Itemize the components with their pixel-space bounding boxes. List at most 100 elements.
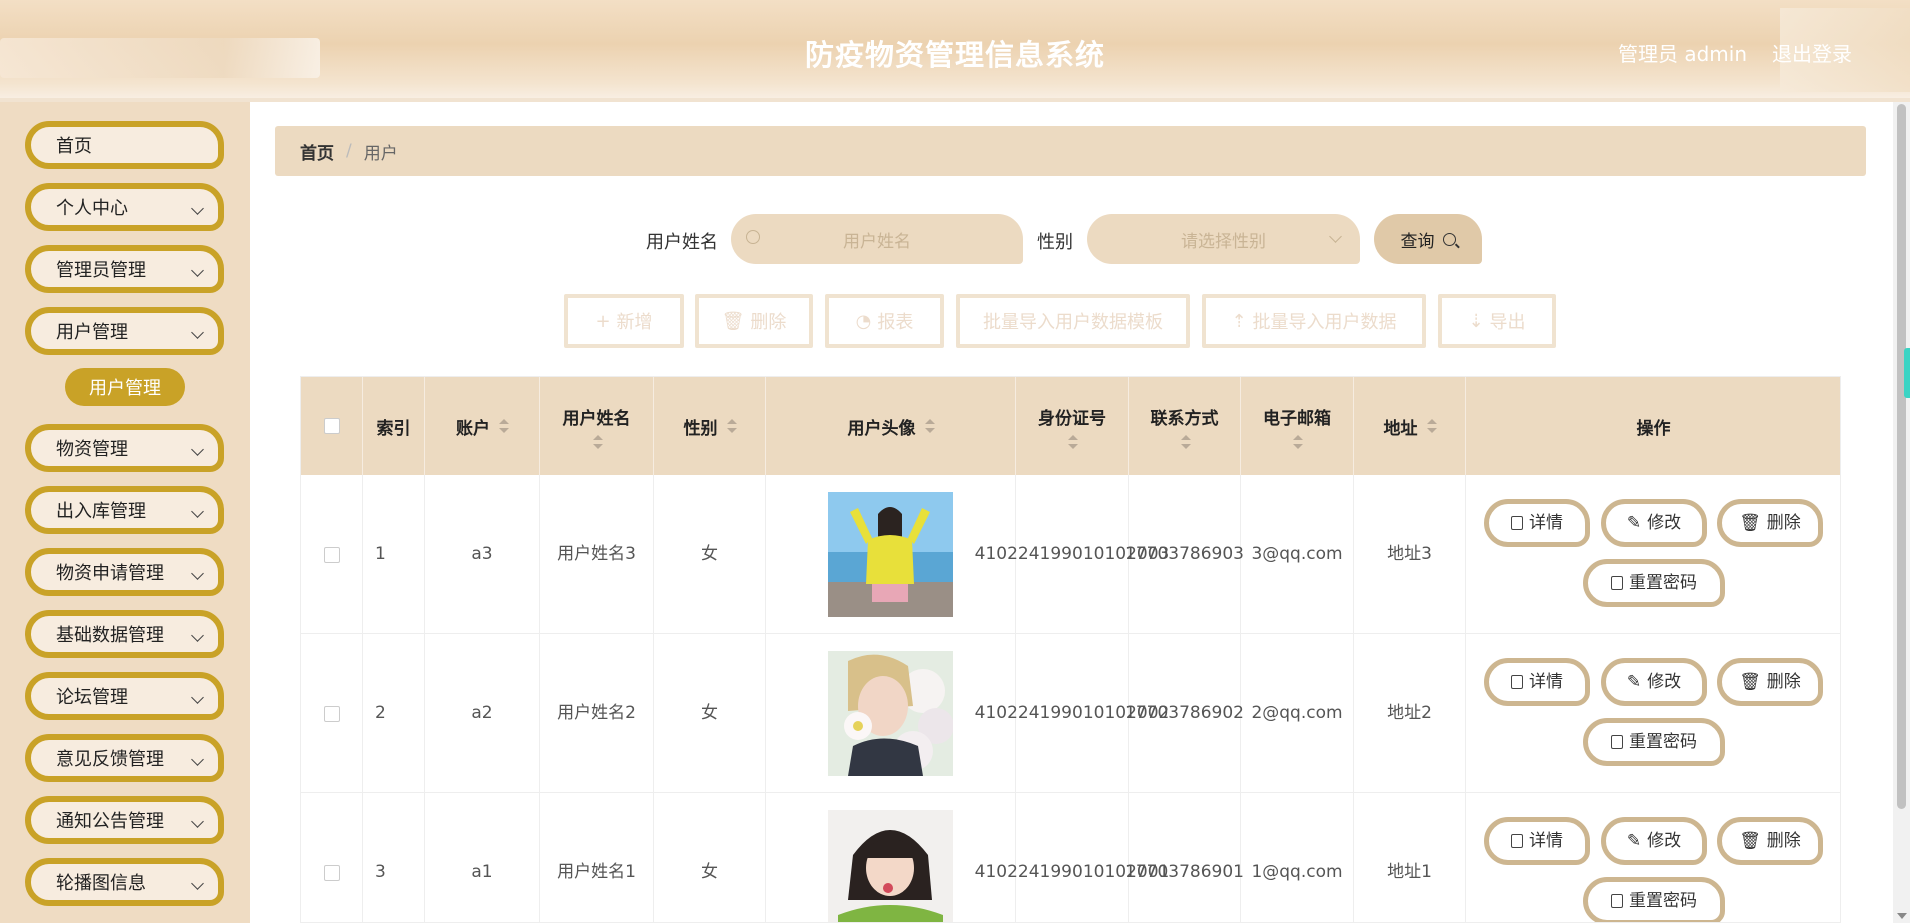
sort-icon[interactable] [1292,434,1303,449]
header-label: 性别 [683,418,718,439]
table-header: 索引 账户 用户姓名 性别 用户头像 身份证号 联系方式 电子邮箱 地址 操作 [301,377,1840,475]
user-avatar-image[interactable] [828,492,953,617]
edit-button[interactable]: ✎ 修改 [1601,499,1707,547]
cell-index: 3 [363,793,425,922]
batch-delete-button[interactable]: 🗑 删除 [695,294,813,348]
delete-button[interactable]: 🗑 删除 [1717,658,1823,706]
chevron-down-icon [191,567,204,580]
import-template-button[interactable]: 批量导入用户数据模板 [956,294,1190,348]
reset-password-button[interactable]: 重置密码 [1583,559,1725,607]
sidebar-item-requests[interactable]: 物资申请管理 [25,548,224,596]
select-all-checkbox[interactable] [323,418,340,434]
sidebar-item-users[interactable]: 用户管理 [25,307,224,355]
chevron-down-icon [191,505,204,518]
header-phone[interactable]: 联系方式 [1129,377,1241,475]
detail-label: 详情 [1529,830,1563,851]
reset-password-button[interactable]: 重置密码 [1583,718,1725,766]
report-button[interactable]: ◔ 报表 [825,294,944,348]
side-tab[interactable] [1904,348,1910,398]
name-placeholder: 用户姓名 [843,231,911,252]
detail-button[interactable]: 详情 [1484,658,1590,706]
sort-icon[interactable] [498,419,509,433]
sidebar-item-label: 轮播图信息 [56,873,146,894]
row-checkbox[interactable] [323,705,340,722]
breadcrumb-home[interactable]: 首页 [300,139,334,164]
name-search-input[interactable]: 用户姓名 [731,214,1023,264]
sidebar-item-notices[interactable]: 通知公告管理 [25,796,224,844]
delete-button[interactable]: 🗑 删除 [1717,499,1823,547]
sidebar-item-label: 用户管理 [56,322,128,343]
cell-account: a3 [425,475,540,634]
name-label: 用户姓名 [646,232,718,253]
header-avatar[interactable]: 用户头像 [766,377,1016,475]
import-data-button[interactable]: ⇡ 批量导入用户数据 [1202,294,1426,348]
report-label: 报表 [877,312,914,333]
sidebar-item-feedback[interactable]: 意见反馈管理 [25,734,224,782]
sidebar-item-label: 物资管理 [56,439,128,460]
pie-chart-icon: ◔ [855,310,872,332]
user-avatar-image[interactable] [828,810,953,923]
sort-icon[interactable] [726,419,737,433]
sort-icon[interactable] [1067,434,1078,449]
edit-label: 修改 [1647,512,1682,533]
sidebar-item-carousel[interactable]: 轮播图信息 [25,858,224,906]
add-button[interactable]: + 新增 [564,294,684,348]
gender-select[interactable]: 请选择性别 [1087,214,1360,264]
cell-account: a2 [425,634,540,793]
document-icon [1511,675,1523,689]
cell-address: 地址3 [1354,475,1466,634]
document-icon [1611,735,1623,749]
header-email[interactable]: 电子邮箱 [1241,377,1354,475]
reset-password-button[interactable]: 重置密码 [1583,877,1725,922]
sidebar-item-materials[interactable]: 物资管理 [25,424,224,472]
cell-id-card: 410224199010102002 [975,634,1169,793]
sort-icon[interactable] [924,419,935,433]
header-account[interactable]: 账户 [425,377,540,475]
edit-button[interactable]: ✎ 修改 [1601,658,1707,706]
scrollbar-thumb[interactable] [1897,104,1906,809]
upload-icon: ⇡ [1231,310,1247,332]
plus-icon: + [595,310,611,332]
pencil-icon: ✎ [1626,512,1642,533]
header-address[interactable]: 地址 [1354,377,1466,475]
header-name[interactable]: 用户姓名 [540,377,654,475]
row-checkbox[interactable] [323,864,340,881]
header-gender[interactable]: 性别 [654,377,766,475]
sidebar-item-home[interactable]: 首页 [25,121,224,169]
row-checkbox[interactable] [323,546,340,563]
sidebar-item-label: 通知公告管理 [56,811,164,832]
sidebar-item-forum[interactable]: 论坛管理 [25,672,224,720]
chevron-down-icon [191,877,204,890]
download-icon: ⇣ [1468,310,1484,332]
sort-icon[interactable] [592,434,603,449]
breadcrumb-separator: / [346,141,352,161]
detail-button[interactable]: 详情 [1484,817,1590,865]
header-label: 账户 [456,418,490,439]
trash-icon: 🗑 [1739,830,1761,851]
cell-index: 2 [363,634,425,793]
edit-button[interactable]: ✎ 修改 [1601,817,1707,865]
logout-link[interactable]: 退出登录 [1772,38,1852,67]
scroll-down-arrow-icon[interactable] [1897,913,1907,919]
sidebar-item-inout[interactable]: 出入库管理 [25,486,224,534]
vertical-scrollbar[interactable] [1893,102,1910,923]
export-button[interactable]: ⇣ 导出 [1438,294,1556,348]
detail-button[interactable]: 详情 [1484,499,1590,547]
sidebar-item-admins[interactable]: 管理员管理 [25,245,224,293]
sidebar-subitem-users[interactable]: 用户管理 [65,368,185,406]
sidebar-item-basedata[interactable]: 基础数据管理 [25,610,224,658]
query-button[interactable]: 查询 [1374,214,1482,264]
chevron-down-icon [191,202,204,215]
add-label: 新增 [616,312,653,333]
delete-button[interactable]: 🗑 删除 [1717,817,1823,865]
trash-icon: 🗑 [721,310,745,332]
pencil-icon: ✎ [1626,830,1642,851]
cell-account: a1 [425,793,540,922]
user-avatar-image[interactable] [828,651,953,776]
edit-label: 修改 [1647,671,1682,692]
header-id-card[interactable]: 身份证号 [1016,377,1129,475]
sidebar-item-label: 物资申请管理 [56,563,164,584]
sort-icon[interactable] [1180,434,1191,449]
sort-icon[interactable] [1426,419,1437,433]
sidebar-item-profile[interactable]: 个人中心 [25,183,224,231]
